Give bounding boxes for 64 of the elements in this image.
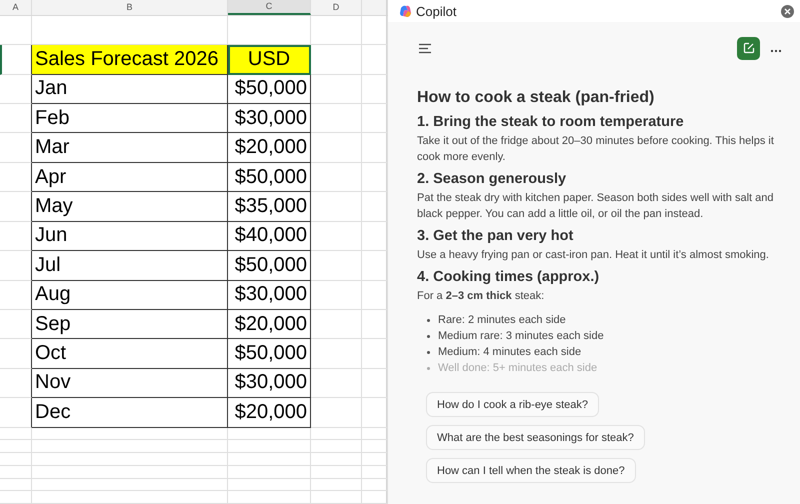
bullet-item: Well done: 5+ minutes each side: [427, 360, 788, 376]
empty-cell[interactable]: [0, 222, 32, 252]
close-button[interactable]: [781, 4, 794, 18]
empty-cell[interactable]: [0, 192, 32, 222]
paragraph: For a 2–3 cm thick steak:: [417, 289, 546, 304]
logo-icon: [399, 4, 412, 18]
table-cell: Jul: [32, 251, 228, 280]
table-cell: Aug: [32, 280, 228, 310]
more-icon: [770, 49, 782, 53]
suggestion-button[interactable]: What are the best seasonings for steak?: [426, 425, 645, 450]
section-heading: 3. Get the pan very hot: [417, 228, 574, 244]
section-heading: 2. Season generously: [417, 171, 568, 187]
table-cell: $30,000: [228, 368, 311, 398]
table-cell: Nov: [32, 368, 228, 398]
empty-cell[interactable]: [0, 398, 32, 428]
empty-cell[interactable]: [0, 74, 32, 104]
column-header[interactable]: C: [228, 0, 311, 15]
close-icon: [784, 8, 791, 14]
table-cell: $40,000: [228, 222, 311, 252]
table-cell: $35,000: [228, 192, 311, 222]
section-heading: 4. Cooking times (approx.): [417, 269, 600, 285]
table-cell: Jun: [32, 222, 228, 252]
window-title: Copilot: [416, 4, 458, 18]
empty-cell[interactable]: [0, 162, 32, 192]
table-cell: Apr: [32, 162, 228, 192]
table-cell: Feb: [32, 104, 228, 134]
empty-cell[interactable]: [0, 280, 32, 310]
empty-cell[interactable]: [0, 133, 32, 163]
table-cell: $50,000: [228, 74, 311, 104]
empty-cell[interactable]: [0, 368, 32, 398]
table-cell: $30,000: [228, 104, 311, 134]
table-cell: May: [32, 192, 228, 222]
table-cell: Sep: [32, 310, 228, 340]
table-cell: Jan: [32, 74, 228, 104]
suggestion-button[interactable]: How can I tell when the steak is done?: [426, 458, 636, 483]
suggestion-button[interactable]: How do I cook a rib-eye steak?: [426, 392, 600, 417]
table-cell[interactable]: USD: [228, 45, 311, 75]
answer-title: How to cook a steak (pan-fried): [417, 89, 656, 107]
table-cell: $50,000: [228, 251, 311, 280]
table-cell: $20,000: [228, 310, 311, 340]
paragraph: Pat the steak dry with kitchen paper. Season both sides well with salt and black pepper. You can add a little oil, or oil the pan instead.: [417, 191, 774, 222]
column-header[interactable]: D: [311, 0, 362, 15]
bullet-item: Rare: 2 minutes each side: [427, 312, 788, 328]
section-heading: 1. Bring the steak to room temperature: [417, 114, 685, 130]
paragraph: Take it out of the fridge about 20–30 minutes before cooking. This helps it cook more evenly.: [417, 134, 775, 165]
table-cell: $20,000: [228, 133, 311, 163]
table-cell: Oct: [32, 339, 228, 369]
empty-cell[interactable]: [0, 251, 32, 280]
column-header[interactable]: A: [0, 0, 32, 15]
table-cell: $30,000: [228, 280, 311, 310]
table-cell: Mar: [32, 133, 228, 163]
table-cell: $50,000: [228, 339, 311, 369]
table-cell: $50,000: [228, 162, 311, 192]
paragraph: Use a heavy frying pan or cast-iron pan. Heat it until it’s almost smoking.: [417, 248, 770, 263]
table-cell: Dec: [32, 398, 228, 428]
bullet-item: Medium: 4 minutes each side: [427, 344, 788, 360]
table-cell[interactable]: Sales Forecast 2026: [32, 45, 228, 75]
menu-icon[interactable]: [418, 42, 432, 54]
empty-cell[interactable]: [0, 104, 32, 134]
table-cell: $20,000: [228, 398, 311, 428]
empty-cell[interactable]: [0, 339, 32, 369]
bullet-item: Medium rare: 3 minutes each side: [427, 328, 788, 344]
empty-cell[interactable]: [0, 310, 32, 340]
new-chat-button[interactable]: [737, 36, 760, 60]
